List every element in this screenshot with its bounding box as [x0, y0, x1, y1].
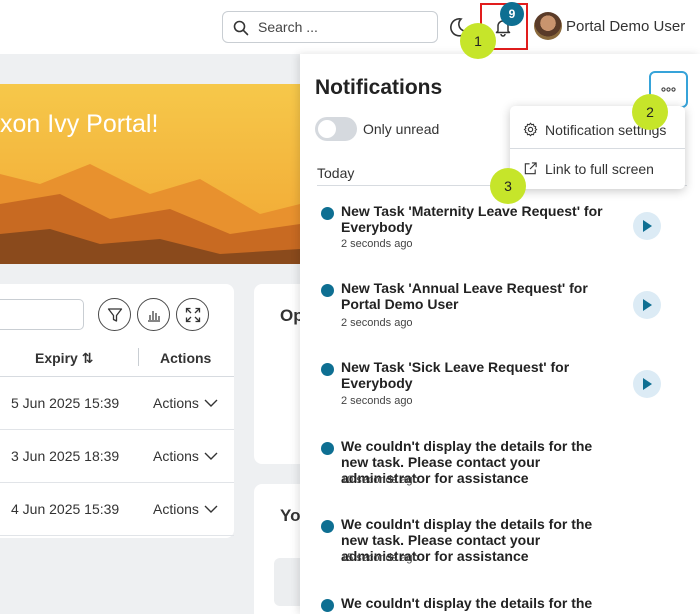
- search-placeholder: Search ...: [258, 19, 318, 35]
- notification-time: 15 seconds ago: [341, 552, 419, 564]
- notification-text: We couldn't display the details for the …: [341, 595, 593, 614]
- task-filter-input[interactable]: [0, 299, 84, 330]
- notification-time: 10 seconds ago: [341, 474, 419, 486]
- table-row[interactable]: 5 Jun 2025 15:39 Actions: [0, 377, 234, 430]
- unread-dot: [321, 207, 334, 220]
- menu-item-label: Link to full screen: [545, 161, 654, 177]
- unread-dot: [321, 363, 334, 376]
- unread-dot: [321, 442, 334, 455]
- only-unread-label: Only unread: [363, 121, 440, 137]
- search-input[interactable]: Search ...: [222, 11, 438, 43]
- table-header: Expiry ⇅ Actions: [0, 342, 234, 377]
- chevron-down-icon[interactable]: [204, 399, 218, 408]
- widget-title: Yo: [280, 506, 301, 525]
- toggle-knob: [318, 120, 336, 138]
- chevron-down-icon[interactable]: [204, 452, 218, 461]
- panel-title: Notifications: [315, 76, 443, 99]
- top-bar: Search ... 9 Portal Demo User: [0, 0, 700, 54]
- only-unread-toggle[interactable]: [315, 117, 357, 141]
- funnel-icon: [107, 308, 123, 322]
- expand-button[interactable]: [176, 298, 209, 331]
- group-label: Today: [317, 165, 355, 181]
- unread-dot: [321, 520, 334, 533]
- expand-icon: [185, 307, 201, 323]
- play-icon: [643, 220, 652, 232]
- row-expiry: 5 Jun 2025 15:39: [11, 395, 120, 411]
- play-icon: [643, 299, 652, 311]
- user-name[interactable]: Portal Demo User: [566, 18, 685, 35]
- gear-icon: [523, 122, 538, 137]
- column-divider: [138, 348, 139, 366]
- avatar[interactable]: [534, 12, 562, 40]
- step-marker-1: 1: [460, 23, 496, 59]
- row-expiry: 3 Jun 2025 18:39: [11, 448, 120, 464]
- bar-chart-icon: [148, 311, 160, 322]
- start-task-button[interactable]: [633, 291, 661, 319]
- welcome-banner: xon Ivy Portal!: [0, 84, 300, 264]
- column-actions: Actions: [160, 350, 212, 366]
- filter-button[interactable]: [98, 298, 131, 331]
- unread-dot: [321, 599, 334, 612]
- external-link-icon: [524, 162, 537, 175]
- banner-title: xon Ivy Portal!: [0, 110, 159, 138]
- menu-item-full-screen[interactable]: Link to full screen: [510, 147, 685, 187]
- table-row[interactable]: 3 Jun 2025 18:39 Actions: [0, 430, 234, 483]
- statistics-button[interactable]: [137, 298, 170, 331]
- notification-time: 2 seconds ago: [341, 238, 413, 250]
- start-task-button[interactable]: [633, 212, 661, 240]
- notification-text: New Task 'Maternity Leave Request' for E…: [341, 203, 603, 235]
- notification-time: 2 seconds ago: [341, 317, 413, 329]
- step-marker-3: 3: [490, 168, 526, 204]
- table-row[interactable]: 4 Jun 2025 15:39 Actions: [0, 483, 234, 536]
- notification-count-badge: 9: [500, 2, 524, 26]
- search-icon: [233, 20, 249, 36]
- notification-text: New Task 'Annual Leave Request' for Port…: [341, 280, 588, 312]
- start-task-button[interactable]: [633, 370, 661, 398]
- row-actions-button[interactable]: Actions: [153, 448, 199, 464]
- column-expiry[interactable]: Expiry ⇅: [35, 350, 93, 367]
- chevron-down-icon[interactable]: [204, 505, 218, 514]
- notification-time: 2 seconds ago: [341, 395, 413, 407]
- notification-text: New Task 'Sick Leave Request' for Everyb…: [341, 359, 570, 391]
- play-icon: [643, 378, 652, 390]
- step-marker-2: 2: [632, 94, 668, 130]
- row-expiry: 4 Jun 2025 15:39: [11, 501, 120, 517]
- row-actions-button[interactable]: Actions: [153, 501, 199, 517]
- sort-icon[interactable]: ⇅: [82, 350, 94, 366]
- unread-dot: [321, 284, 334, 297]
- task-list-card: Expiry ⇅ Actions 5 Jun 2025 15:39 Action…: [0, 284, 234, 538]
- row-actions-button[interactable]: Actions: [153, 395, 199, 411]
